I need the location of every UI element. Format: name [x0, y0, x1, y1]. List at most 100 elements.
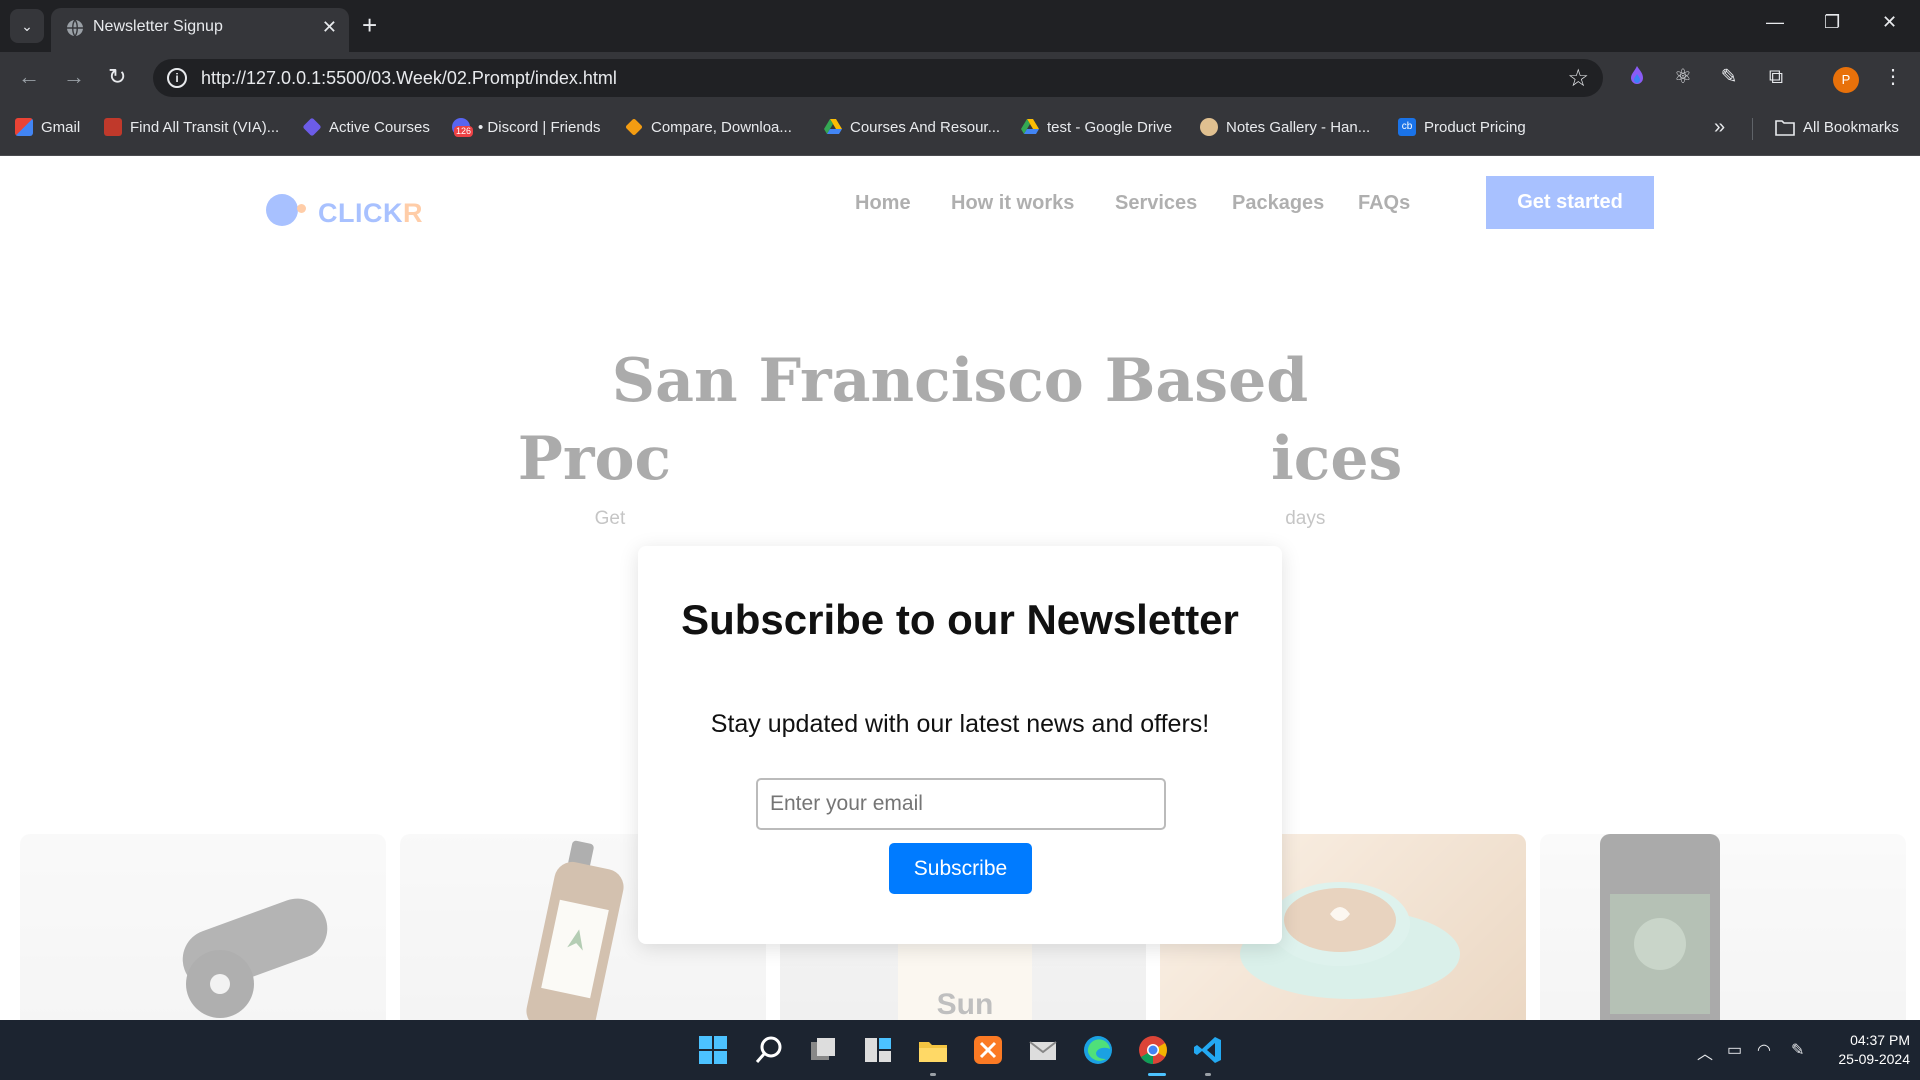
all-bookmarks-label: All Bookmarks: [1803, 118, 1899, 136]
restore-button[interactable]: ❐: [1824, 12, 1840, 33]
bookmark-google-drive[interactable]: test - Google Drive: [1021, 118, 1172, 136]
search-icon[interactable]: [753, 1034, 785, 1066]
file-explorer-icon[interactable]: [917, 1034, 949, 1066]
browser-toolbar: ← → ↻ i http://127.0.0.1:5500/03.Week/02…: [0, 52, 1920, 102]
close-window-button[interactable]: ✕: [1882, 12, 1897, 33]
bookmark-label: Find All Transit (VIA)...: [130, 118, 280, 136]
tab-strip: ⌄ Newsletter Signup ✕ + — ❐ ✕: [0, 0, 1920, 52]
extensions-puzzle-icon[interactable]: ⧉: [1763, 64, 1789, 90]
gallery-card-bottle[interactable]: [1540, 834, 1906, 1020]
subscribe-button[interactable]: Subscribe: [889, 843, 1032, 894]
bookmark-courses-resources[interactable]: Courses And Resour...: [824, 118, 1000, 136]
bookmark-active-courses[interactable]: Active Courses: [302, 117, 430, 137]
nav-packages[interactable]: Packages: [1232, 192, 1324, 215]
bookmark-discord[interactable]: 126 • Discord | Friends: [452, 118, 601, 137]
edge-icon[interactable]: [1082, 1034, 1114, 1066]
web-page: CLICKR Home How it works Services Packag…: [0, 156, 1920, 1020]
globe-icon: [67, 19, 83, 37]
hero-sub-right: days: [1285, 508, 1326, 529]
bookmark-label: Active Courses: [329, 118, 430, 136]
email-input[interactable]: [756, 778, 1166, 830]
logo-accent-dot-icon: [297, 204, 306, 213]
bookmark-notes-gallery[interactable]: Notes Gallery - Han...: [1200, 118, 1370, 136]
newsletter-modal: Subscribe to our Newsletter Stay updated…: [638, 546, 1282, 944]
extension-flame-icon[interactable]: [1624, 64, 1650, 90]
back-button[interactable]: ←: [18, 64, 40, 90]
xampp-icon[interactable]: [972, 1034, 1004, 1066]
hero-line2-left: Proc: [517, 424, 671, 494]
windows-taskbar: ︿ ▭ ◠ ✎ 04:37 PM 25-09-2024: [0, 1020, 1920, 1080]
cb-icon: cb: [1398, 118, 1416, 136]
explorer-running-indicator: [930, 1073, 936, 1076]
discord-badge: 126: [454, 126, 474, 137]
nav-home[interactable]: Home: [855, 192, 911, 215]
address-bar[interactable]: i http://127.0.0.1:5500/03.Week/02.Promp…: [153, 59, 1603, 97]
bookmark-gmail[interactable]: Gmail: [15, 118, 80, 136]
bookmark-transit[interactable]: Find All Transit (VIA)...: [104, 118, 279, 136]
transit-icon: [104, 118, 122, 136]
bookmark-label: Compare, Downloa...: [651, 118, 792, 136]
hero-line2-right: ices: [1271, 424, 1403, 494]
bookmark-label: Notes Gallery - Han...: [1226, 118, 1371, 136]
modal-title: Subscribe to our Newsletter: [681, 596, 1239, 643]
grinder-image: [182, 898, 328, 1018]
tab-search-button[interactable]: ⌄: [10, 9, 44, 43]
chrome-active-indicator: [1148, 1073, 1166, 1076]
active-tab[interactable]: Newsletter Signup ✕: [51, 8, 349, 52]
bookmark-compare[interactable]: Compare, Downloa...: [625, 118, 792, 136]
nav-faqs[interactable]: FAQs: [1358, 192, 1410, 215]
hero-title-line1: San Francisco Based: [611, 346, 1309, 416]
svg-text:Sun: Sun: [937, 988, 994, 1020]
bookmark-star-icon[interactable]: ☆: [1567, 64, 1589, 93]
drive-icon: [1021, 119, 1039, 134]
bookmarks-bar: Gmail Find All Transit (VIA)... Active C…: [0, 102, 1920, 156]
vscode-running-indicator: [1205, 1073, 1211, 1076]
browser-menu-icon[interactable]: ⋮: [1880, 64, 1906, 90]
tab-title: Newsletter Signup: [93, 18, 223, 35]
react-devtools-icon[interactable]: ⚛: [1670, 64, 1696, 90]
notes-icon: [1200, 118, 1218, 136]
chrome-icon[interactable]: [1137, 1034, 1169, 1066]
task-view-icon[interactable]: [807, 1034, 839, 1066]
bookmark-label: Product Pricing: [1424, 118, 1526, 136]
hero-sub-left: Get: [594, 508, 626, 529]
clock-date: 25-09-2024: [1838, 1051, 1910, 1067]
close-tab-icon[interactable]: ✕: [322, 17, 337, 38]
discord-icon: 126: [452, 118, 474, 137]
site-info-icon[interactable]: i: [167, 68, 187, 88]
dark-bottle-image: [1600, 834, 1720, 1020]
all-bookmarks-button[interactable]: All Bookmarks: [1775, 118, 1899, 136]
nav-how-it-works[interactable]: How it works: [951, 192, 1074, 215]
new-tab-button[interactable]: +: [362, 10, 377, 40]
reload-button[interactable]: ↻: [108, 64, 126, 90]
color-picker-icon[interactable]: ✎: [1716, 64, 1742, 90]
bookmark-label: Courses And Resour...: [850, 118, 1001, 136]
folder-icon: [1775, 120, 1795, 136]
pen-icon[interactable]: ✎: [1791, 1040, 1804, 1060]
show-hidden-icons[interactable]: ︿: [1697, 1040, 1713, 1064]
logo-text-main: CLICK: [318, 198, 403, 228]
minimize-button[interactable]: —: [1766, 12, 1784, 33]
url-text[interactable]: http://127.0.0.1:5500/03.Week/02.Prompt/…: [201, 68, 617, 89]
get-started-button[interactable]: Get started: [1486, 176, 1654, 229]
gallery-card-grinder[interactable]: [20, 834, 386, 1020]
battery-icon[interactable]: ▭: [1727, 1040, 1742, 1060]
clock-time: 04:37 PM: [1850, 1032, 1910, 1048]
wifi-icon[interactable]: ◠: [1757, 1040, 1771, 1060]
site-logo[interactable]: CLICKR: [266, 180, 426, 230]
profile-avatar[interactable]: P: [1833, 67, 1859, 93]
hero-subtitle: Get days: [0, 508, 1920, 530]
vscode-icon[interactable]: [1192, 1034, 1224, 1066]
hero-title-line2: Proc ices: [0, 424, 1920, 494]
bookmark-product-pricing[interactable]: cb Product Pricing: [1398, 118, 1526, 136]
logo-text-accent: R: [403, 198, 423, 228]
bookmark-label: • Discord | Friends: [478, 118, 601, 136]
logo-text: CLICKR: [318, 198, 423, 229]
nav-services[interactable]: Services: [1115, 192, 1197, 215]
system-clock[interactable]: 04:37 PM 25-09-2024: [1826, 1031, 1910, 1069]
more-bookmarks-icon[interactable]: »: [1714, 116, 1725, 139]
widgets-icon[interactable]: [862, 1034, 894, 1066]
windows-start-icon[interactable]: [697, 1034, 729, 1066]
forward-button[interactable]: →: [63, 64, 85, 90]
mail-icon[interactable]: [1027, 1034, 1059, 1066]
